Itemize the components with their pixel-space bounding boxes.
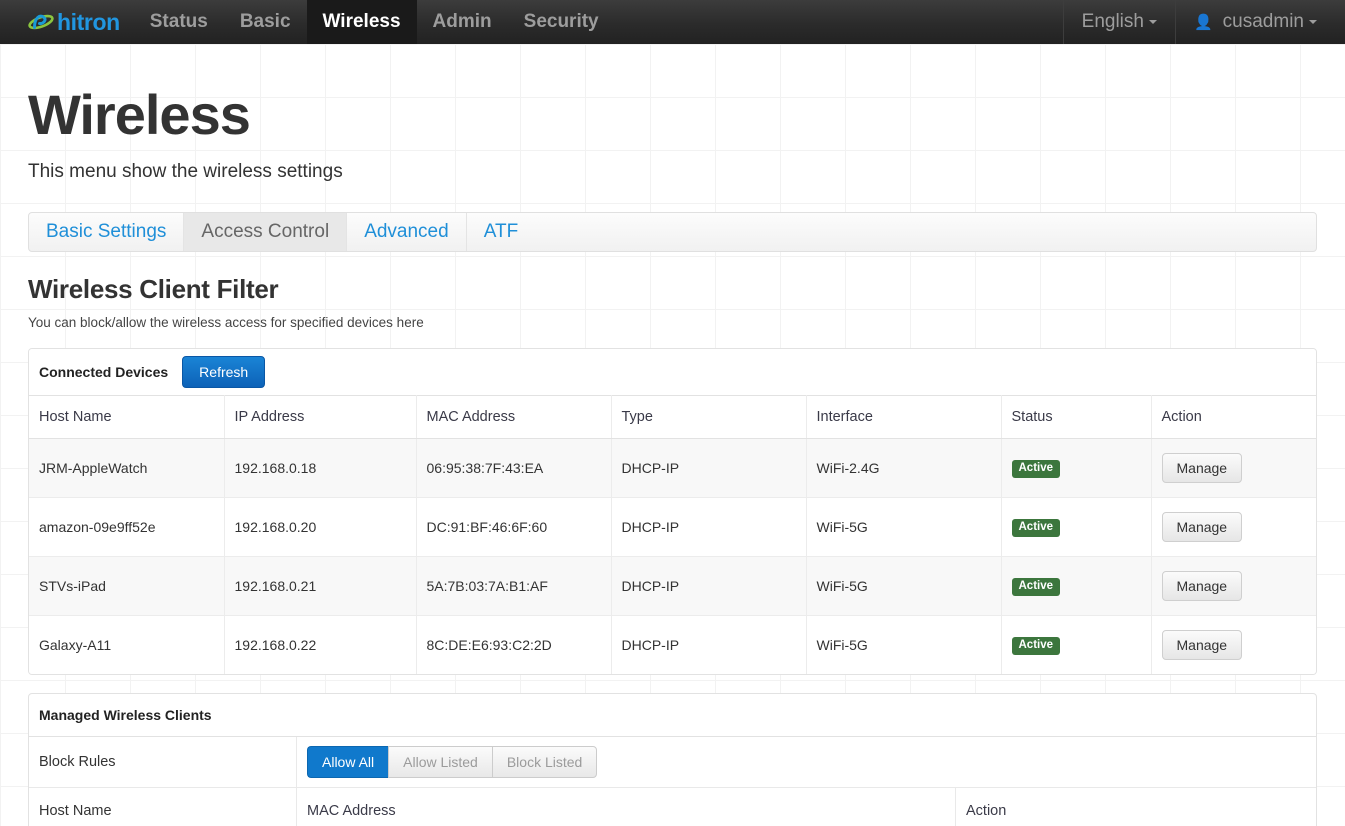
- status-badge: Active: [1011, 518, 1061, 538]
- tab-atf[interactable]: ATF: [467, 213, 535, 251]
- table-row: JRM-AppleWatch 192.168.0.18 06:95:38:7F:…: [29, 438, 1316, 498]
- th-host-name: Host Name: [29, 394, 225, 439]
- block-rule-allow-listed[interactable]: Allow Listed: [388, 745, 492, 778]
- th-managed-host-name: Host Name: [29, 787, 297, 826]
- cell-action: Manage: [1151, 615, 1316, 674]
- cell-host-name: Galaxy-A11: [29, 615, 225, 674]
- block-rules-button-group: Allow All Allow Listed Block Listed: [307, 745, 598, 778]
- cell-host-name: JRM-AppleWatch: [29, 438, 225, 498]
- th-managed-action: Action: [966, 802, 1007, 819]
- connected-devices-header: Connected Devices Refresh: [29, 348, 1316, 395]
- table-row: amazon-09e9ff52e 192.168.0.20 DC:91:BF:4…: [29, 497, 1316, 557]
- chevron-down-icon: [1148, 20, 1157, 24]
- brand-name: hitron: [57, 8, 120, 35]
- manage-button[interactable]: Manage: [1161, 629, 1243, 660]
- section-subtitle: You can block/allow the wireless access …: [28, 314, 424, 330]
- cell-ip-address: 192.168.0.21: [224, 556, 417, 616]
- block-rules-label: Block Rules: [29, 736, 297, 787]
- cell-ip-address: 192.168.0.22: [224, 615, 417, 674]
- nav-item-wireless[interactable]: Wireless: [306, 0, 417, 44]
- manage-button[interactable]: Manage: [1161, 511, 1243, 542]
- user-name-label: cusadmin: [1222, 11, 1304, 32]
- block-rule-block-listed[interactable]: Block Listed: [491, 745, 598, 778]
- primary-nav-items: Status Basic Wireless Admin Security: [134, 0, 615, 44]
- status-badge: Active: [1011, 636, 1061, 656]
- connected-devices-title: Connected Devices: [39, 363, 169, 380]
- tab-access-control[interactable]: Access Control: [184, 212, 348, 251]
- table-header-row: Host Name IP Address MAC Address Type In…: [29, 394, 1316, 439]
- cell-ip-address: 192.168.0.20: [224, 497, 417, 557]
- table-row: Galaxy-A11 192.168.0.22 8C:DE:E6:93:C2:2…: [29, 615, 1316, 674]
- cell-type: DHCP-IP: [611, 438, 807, 498]
- cell-interface: WiFi-5G: [806, 497, 1002, 557]
- cell-action: Manage: [1151, 497, 1316, 557]
- person-icon: 👤: [1193, 14, 1213, 31]
- refresh-button[interactable]: Refresh: [182, 355, 266, 388]
- user-menu[interactable]: 👤 cusadmin: [1174, 0, 1345, 44]
- block-rules-row: Block Rules Allow All Allow Listed Block…: [29, 736, 1316, 788]
- status-badge: Active: [1011, 577, 1061, 597]
- top-navigation-bar: hitron Status Basic Wireless Admin Secur…: [0, 0, 1345, 44]
- th-managed-mac-address: MAC Address: [297, 787, 956, 826]
- connected-devices-table-body: JRM-AppleWatch 192.168.0.18 06:95:38:7F:…: [29, 438, 1316, 674]
- connected-devices-panel: Connected Devices Refresh Host Name IP A…: [28, 347, 1317, 675]
- cell-ip-address: 192.168.0.18: [224, 438, 417, 498]
- status-badge: Active: [1011, 459, 1061, 479]
- managed-clients-header-row: Host Name MAC Address Action: [29, 787, 1316, 826]
- tab-basic-settings[interactable]: Basic Settings: [29, 212, 185, 251]
- cell-host-name: amazon-09e9ff52e: [29, 497, 225, 557]
- th-type: Type: [611, 394, 807, 439]
- cell-status: Active: [1001, 438, 1152, 498]
- cell-type: DHCP-IP: [611, 556, 807, 616]
- page-content: Wireless This menu show the wireless set…: [0, 83, 1345, 826]
- connected-devices-table-head: Host Name IP Address MAC Address Type In…: [29, 394, 1316, 439]
- th-mac-address: MAC Address: [416, 394, 612, 439]
- cell-mac-address: DC:91:BF:46:6F:60: [416, 497, 612, 557]
- cell-mac-address: 5A:7B:03:7A:B1:AF: [416, 556, 612, 616]
- th-ip-address: IP Address: [224, 394, 417, 439]
- navbar-right-section: English 👤 cusadmin: [1062, 0, 1345, 44]
- managed-wireless-clients-panel: Managed Wireless Clients Block Rules All…: [28, 692, 1317, 826]
- th-status: Status: [1001, 394, 1152, 439]
- managed-clients-title: Managed Wireless Clients: [29, 694, 1316, 737]
- page-title: Wireless: [28, 83, 251, 146]
- connected-devices-table: Host Name IP Address MAC Address Type In…: [29, 394, 1316, 674]
- table-row: STVs-iPad 192.168.0.21 5A:7B:03:7A:B1:AF…: [29, 556, 1316, 616]
- brand-logo-link[interactable]: hitron: [0, 0, 134, 44]
- nav-item-security[interactable]: Security: [508, 0, 615, 44]
- cell-interface: WiFi-2.4G: [806, 438, 1002, 498]
- cell-interface: WiFi-5G: [806, 556, 1002, 616]
- page-subtitle: This menu show the wireless settings: [28, 160, 343, 182]
- block-rules-control: Allow All Allow Listed Block Listed: [297, 737, 1316, 787]
- cell-type: DHCP-IP: [611, 497, 807, 557]
- section-title: Wireless Client Filter: [28, 273, 279, 304]
- cell-host-name: STVs-iPad: [29, 556, 225, 616]
- tab-bar: Basic Settings Access Control Advanced A…: [28, 211, 1317, 252]
- cell-status: Active: [1001, 556, 1152, 616]
- cell-action: Manage: [1151, 438, 1316, 498]
- language-label: English: [1081, 11, 1144, 32]
- cell-action: Manage: [1151, 556, 1316, 616]
- tab-advanced[interactable]: Advanced: [347, 212, 467, 251]
- hitron-swirl-logo-icon: [28, 11, 54, 33]
- chevron-down-icon: [1309, 20, 1317, 24]
- cell-status: Active: [1001, 497, 1152, 557]
- nav-item-status[interactable]: Status: [134, 0, 224, 44]
- cell-mac-address: 8C:DE:E6:93:C2:2D: [416, 615, 612, 674]
- language-selector[interactable]: English: [1062, 0, 1175, 44]
- cell-status: Active: [1001, 615, 1152, 674]
- cell-interface: WiFi-5G: [806, 615, 1002, 674]
- th-interface: Interface: [806, 394, 1002, 439]
- cell-mac-address: 06:95:38:7F:43:EA: [416, 438, 612, 498]
- manage-button[interactable]: Manage: [1161, 452, 1243, 483]
- nav-item-basic[interactable]: Basic: [224, 0, 307, 44]
- th-action: Action: [1151, 394, 1316, 439]
- block-rule-allow-all[interactable]: Allow All: [307, 745, 389, 778]
- cell-type: DHCP-IP: [611, 615, 807, 674]
- manage-button[interactable]: Manage: [1161, 570, 1243, 601]
- nav-item-admin[interactable]: Admin: [417, 0, 508, 44]
